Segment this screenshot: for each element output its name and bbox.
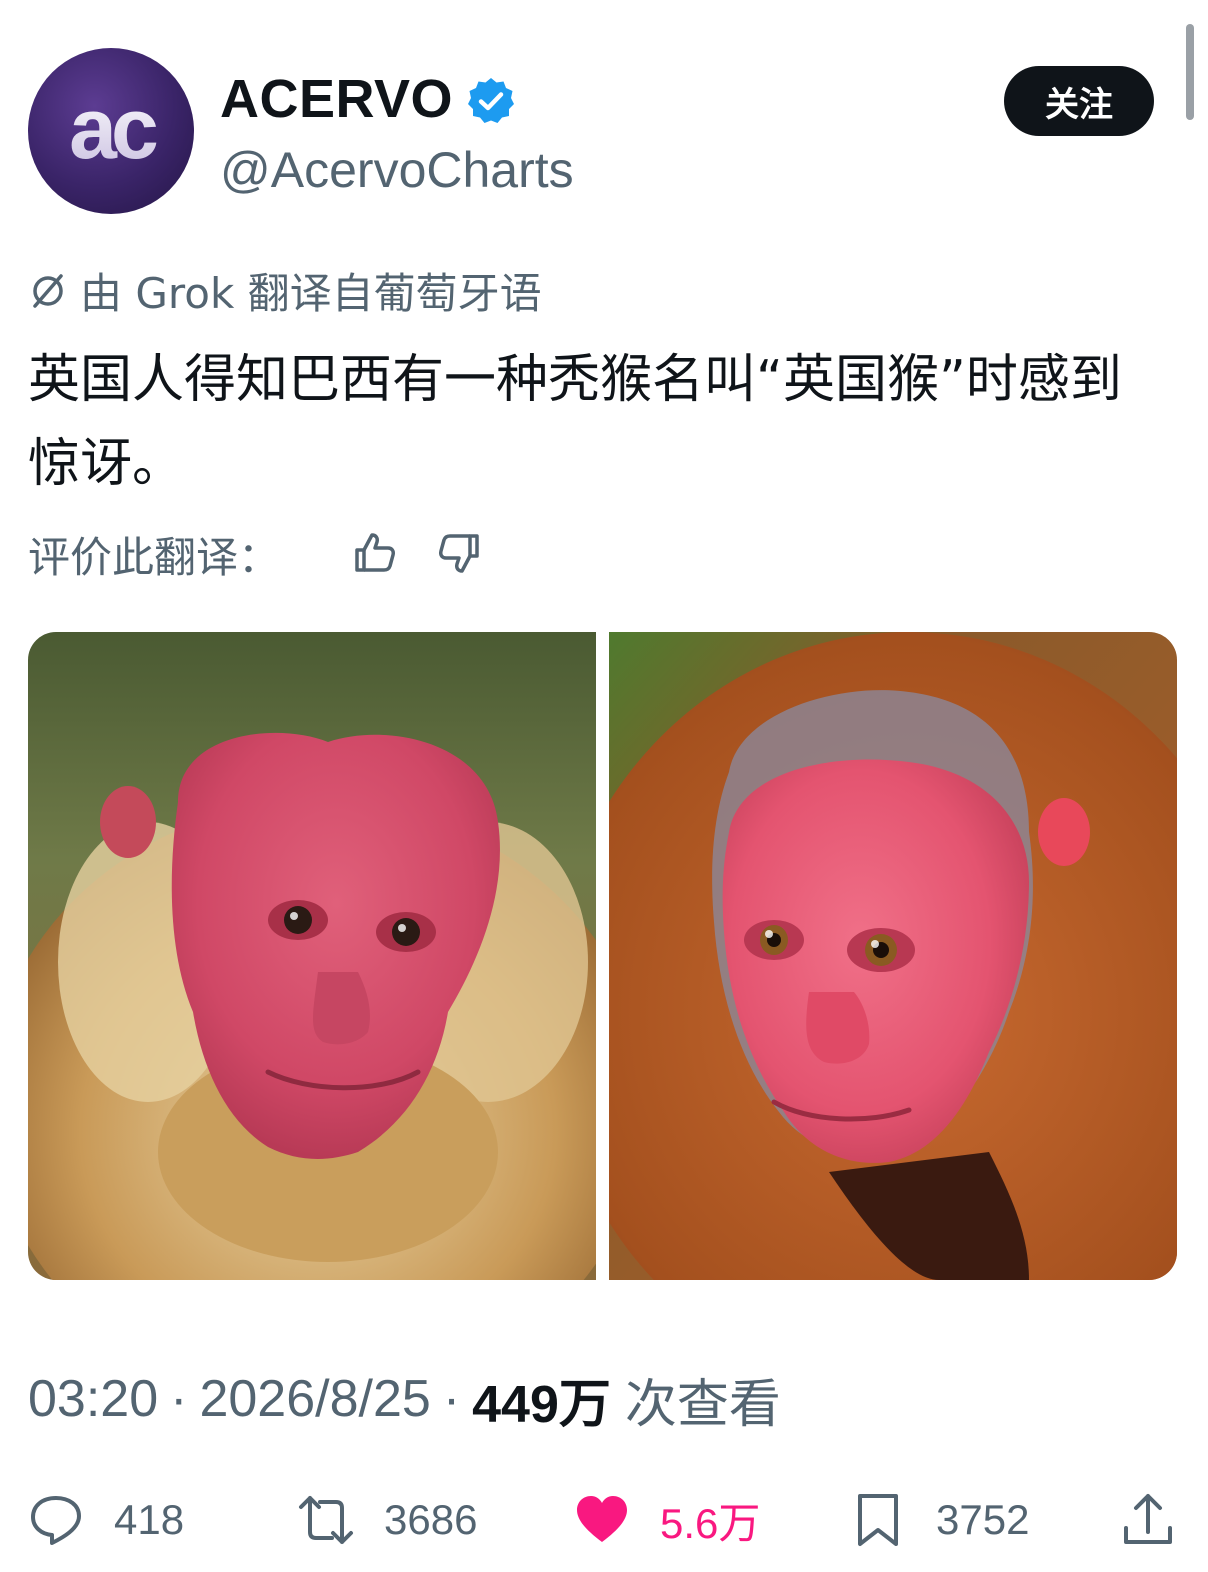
views-count: 449万 xyxy=(472,1375,611,1434)
tweet-date[interactable]: 2026/8/25 xyxy=(199,1369,430,1429)
acervo-logo-icon: ac xyxy=(69,81,163,177)
tweet-page: ac ACERVO @AcervoCharts 关注 由 Grok 翻译自葡萄牙… xyxy=(0,0,1208,1572)
tweet-meta: 03:20 · 2026/8/25 · 449万 次查看 xyxy=(28,1366,781,1435)
reply-icon xyxy=(31,1496,81,1545)
translation-notice-text: 由 Grok 翻译自葡萄牙语 xyxy=(80,268,542,318)
thumbs-up-icon[interactable] xyxy=(352,530,398,576)
slash-icon xyxy=(33,274,63,308)
translation-notice: 由 Grok 翻译自葡萄牙语 xyxy=(28,262,542,318)
heart-icon xyxy=(577,1496,627,1542)
author-name[interactable]: ACERVO xyxy=(220,66,453,132)
bookmark-count: 3752 xyxy=(936,1496,1030,1543)
uakari-photo-left xyxy=(28,632,596,1280)
views-label: 次查看 xyxy=(624,1374,781,1435)
rate-translation-label: 评价此翻译： xyxy=(28,532,281,582)
meta-separator: · xyxy=(170,1370,188,1428)
tweet-image-1[interactable] xyxy=(28,632,596,1280)
svg-text:ac: ac xyxy=(69,81,157,177)
bookmark-icon xyxy=(858,1494,898,1546)
scrollbar[interactable] xyxy=(1186,24,1194,120)
author-handle[interactable]: @AcervoCharts xyxy=(220,138,574,202)
bookmark-button[interactable]: 3752 xyxy=(850,1488,1029,1552)
retweet-count: 3686 xyxy=(384,1496,478,1543)
tweet-image-2[interactable] xyxy=(609,632,1177,1280)
tweet-text: 英国人得知巴西有一种秃猴名叫“英国猴”时感到惊讶。 xyxy=(28,350,1122,494)
meta-separator: · xyxy=(442,1370,461,1428)
like-button[interactable]: 5.6万 xyxy=(574,1488,760,1552)
reply-button[interactable]: 418 xyxy=(28,1488,184,1552)
retweet-icon xyxy=(299,1496,353,1544)
uakari-photo-right xyxy=(609,632,1177,1280)
verified-badge-icon xyxy=(468,78,514,123)
like-count: 5.6万 xyxy=(660,1499,761,1547)
share-button[interactable] xyxy=(1120,1488,1206,1552)
thumbs-down-icon[interactable] xyxy=(436,530,482,576)
retweet-button[interactable]: 3686 xyxy=(298,1488,477,1552)
share-icon xyxy=(1124,1494,1172,1544)
follow-button[interactable]: 关注 xyxy=(1004,66,1154,136)
avatar[interactable]: ac xyxy=(28,48,194,214)
reply-count: 418 xyxy=(114,1496,185,1543)
tweet-time[interactable]: 03:20 xyxy=(28,1369,158,1429)
